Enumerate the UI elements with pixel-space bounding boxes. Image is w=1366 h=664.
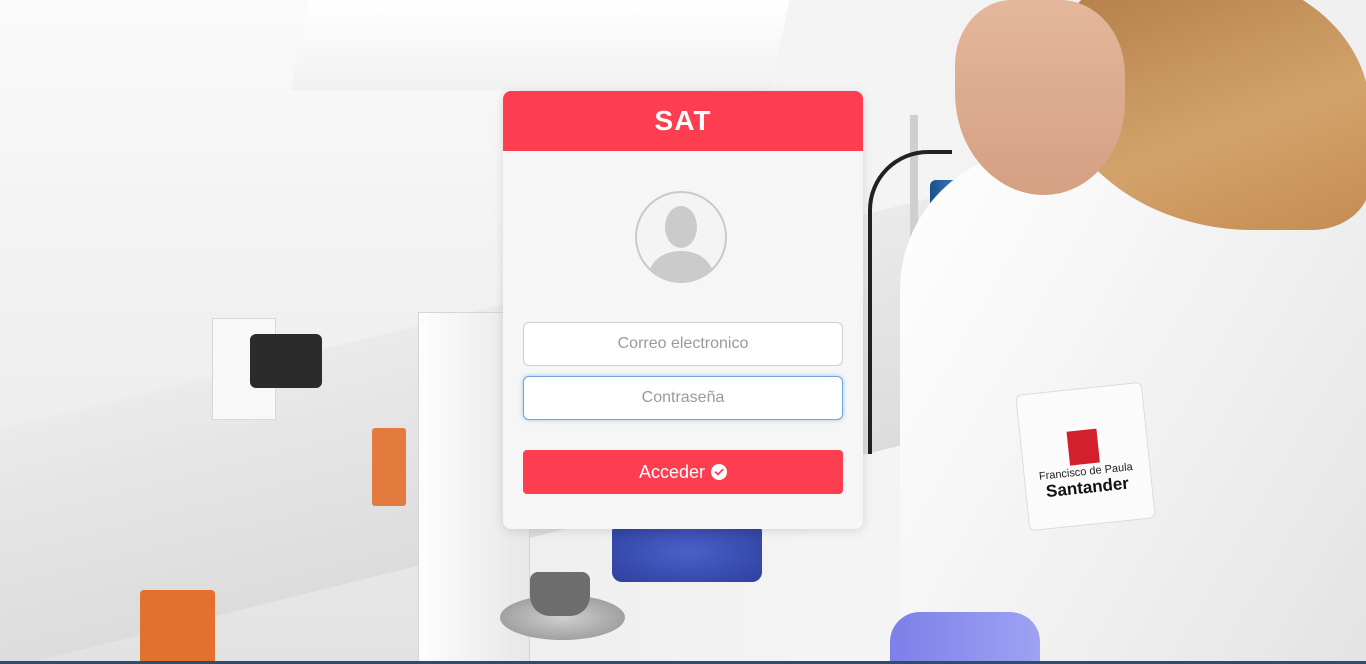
login-card: SAT Acceder — [503, 91, 863, 529]
power-adapter — [250, 334, 322, 388]
university-logo: Francisco de Paula Santander — [1027, 424, 1144, 503]
login-button-label: Acceder — [638, 461, 706, 482]
email-input[interactable] — [523, 322, 843, 366]
weighing-cup — [530, 572, 590, 616]
blue-glove — [890, 612, 1040, 664]
user-silhouette-icon — [635, 191, 727, 283]
ufps-logo-mark — [1066, 428, 1100, 466]
orange-socket-2 — [372, 428, 406, 506]
login-header: SAT — [503, 91, 863, 151]
login-button[interactable]: Acceder — [523, 450, 843, 494]
password-input[interactable] — [523, 376, 843, 420]
login-title: SAT — [654, 105, 712, 136]
orange-socket — [140, 590, 215, 664]
blue-beads-jar — [612, 522, 762, 582]
check-circle-icon — [711, 464, 728, 480]
shelf — [290, 0, 790, 90]
